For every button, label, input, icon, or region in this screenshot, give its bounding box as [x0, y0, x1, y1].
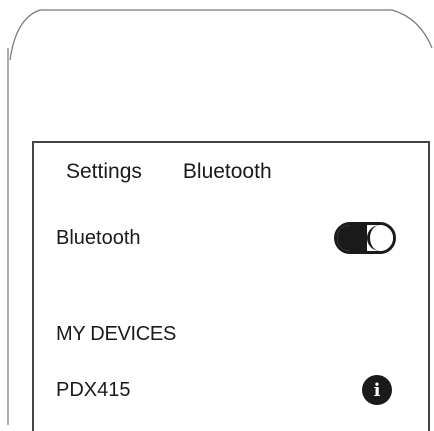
toggle-knob [367, 225, 393, 251]
back-to-settings-link[interactable]: Settings [66, 160, 142, 184]
info-icon[interactable]: i [362, 375, 392, 405]
my-devices-header: MY DEVICES [56, 323, 176, 345]
navigation-bar: Settings Bluetooth [66, 157, 272, 187]
bluetooth-toggle[interactable] [334, 222, 396, 254]
bluetooth-setting-row: Bluetooth [56, 221, 396, 255]
page-title: Bluetooth [182, 160, 272, 183]
device-name: PDX415 [56, 378, 131, 401]
toggle-track-fill [337, 225, 367, 251]
phone-screen: Settings Bluetooth Bluetooth MY DEVICES … [32, 141, 430, 431]
bluetooth-label: Bluetooth [56, 226, 141, 249]
device-row[interactable]: PDX415 i [56, 373, 394, 407]
